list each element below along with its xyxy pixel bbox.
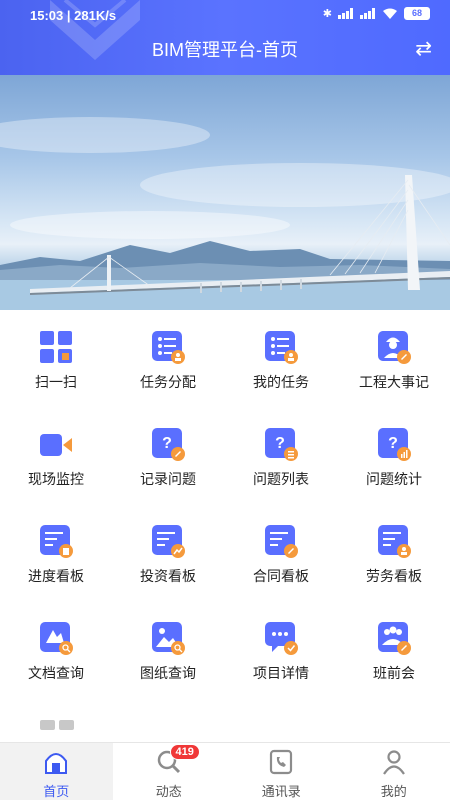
question-stats-icon: ? xyxy=(378,428,411,461)
menu-item-contract-board[interactable]: 合同看板 xyxy=(225,504,337,599)
signal-icon-2 xyxy=(360,8,375,19)
menu-label: 任务分配 xyxy=(140,374,196,390)
banner-image xyxy=(0,75,450,310)
menu-item-document-search[interactable]: 文档查询 xyxy=(0,601,112,696)
menu-label: 记录问题 xyxy=(140,471,196,487)
header: 15:03 | 281K/s ✱ 68 BIM管理平台-首页 ⇄ xyxy=(0,0,450,75)
menu-item-task-assign[interactable]: 任务分配 xyxy=(112,310,224,405)
menu-item-scan[interactable]: 扫一扫 xyxy=(0,310,112,405)
engineer-icon xyxy=(378,331,411,364)
project-detail-icon xyxy=(265,622,298,655)
tab-label: 我的 xyxy=(380,784,407,799)
tab-label: 动态 xyxy=(155,784,182,799)
contacts-icon xyxy=(269,749,293,775)
menu-item-engineering-events[interactable]: 工程大事记 xyxy=(338,310,450,405)
battery-icon: 68 xyxy=(404,7,430,20)
status-time: 15:03 | 281K/s xyxy=(30,8,117,23)
menu-label: 进度看板 xyxy=(28,568,84,584)
drawing-search-icon xyxy=(152,622,185,655)
status-bar: 15:03 | 281K/s ✱ 68 xyxy=(0,0,450,32)
svg-text:?: ? xyxy=(275,435,285,452)
next-row-hint xyxy=(40,720,74,730)
contract-board-icon xyxy=(265,525,298,558)
menu-label: 劳务看板 xyxy=(366,568,422,584)
document-search-icon xyxy=(40,622,73,655)
tab-mine[interactable]: 我的 xyxy=(338,743,450,800)
my-task-icon xyxy=(265,331,298,364)
status-icons: ✱ 68 xyxy=(323,7,430,20)
menu-label: 项目详情 xyxy=(253,665,309,681)
video-camera-icon xyxy=(40,434,72,456)
progress-board-icon xyxy=(40,525,73,558)
switch-icon[interactable]: ⇄ xyxy=(415,36,432,61)
menu-label: 文档查询 xyxy=(28,665,84,681)
page-title: BIM管理平台-首页 xyxy=(152,40,298,60)
menu-label: 投资看板 xyxy=(140,568,196,584)
wifi-icon xyxy=(383,8,397,19)
tab-home[interactable]: 首页 xyxy=(0,743,113,800)
notification-badge: 419 xyxy=(169,744,200,760)
function-grid: 扫一扫 任务分配 我的任务 工程大事记 现场监控 ? 记录问题 ? 问题列表 ?… xyxy=(0,310,450,735)
menu-item-investment-board[interactable]: 投资看板 xyxy=(112,504,224,599)
signal-icon xyxy=(338,8,353,19)
menu-label: 合同看板 xyxy=(253,568,309,584)
svg-text:?: ? xyxy=(162,435,172,452)
scan-icon xyxy=(40,331,72,363)
menu-label: 班前会 xyxy=(373,665,415,681)
tab-activity[interactable]: 419 动态 xyxy=(113,743,226,800)
bluetooth-icon: ✱ xyxy=(322,8,332,20)
tab-label: 通讯录 xyxy=(261,784,301,799)
menu-item-meeting[interactable]: 班前会 xyxy=(338,601,450,696)
bridge-illustration xyxy=(0,117,450,310)
menu-item-drawing-search[interactable]: 图纸查询 xyxy=(112,601,224,696)
menu-item-record-question[interactable]: ? 记录问题 xyxy=(112,407,224,502)
tab-label: 首页 xyxy=(43,784,70,799)
menu-label: 扫一扫 xyxy=(35,374,77,390)
menu-label: 问题统计 xyxy=(366,471,422,487)
menu-label: 问题列表 xyxy=(253,471,309,487)
question-list-icon: ? xyxy=(265,428,298,461)
menu-item-question-list[interactable]: ? 问题列表 xyxy=(225,407,337,502)
menu-label: 我的任务 xyxy=(253,374,309,390)
svg-text:?: ? xyxy=(388,435,398,452)
record-question-icon: ? xyxy=(152,428,185,461)
home-icon xyxy=(45,753,67,774)
menu-item-my-task[interactable]: 我的任务 xyxy=(225,310,337,405)
menu-label: 现场监控 xyxy=(28,471,84,487)
menu-label: 图纸查询 xyxy=(140,665,196,681)
tab-contacts[interactable]: 通讯录 xyxy=(225,743,338,800)
meeting-icon xyxy=(378,622,411,655)
menu-item-question-stats[interactable]: ? 问题统计 xyxy=(338,407,450,502)
profile-icon xyxy=(382,750,405,775)
task-assign-icon xyxy=(152,331,185,364)
menu-item-project-detail[interactable]: 项目详情 xyxy=(225,601,337,696)
menu-item-site-monitor[interactable]: 现场监控 xyxy=(0,407,112,502)
investment-board-icon xyxy=(152,525,185,558)
labor-board-icon xyxy=(378,525,411,558)
menu-item-progress-board[interactable]: 进度看板 xyxy=(0,504,112,599)
menu-item-labor-board[interactable]: 劳务看板 xyxy=(338,504,450,599)
bottom-navigation: 首页 419 动态 通讯录 我的 xyxy=(0,742,450,800)
menu-label: 工程大事记 xyxy=(359,374,429,390)
